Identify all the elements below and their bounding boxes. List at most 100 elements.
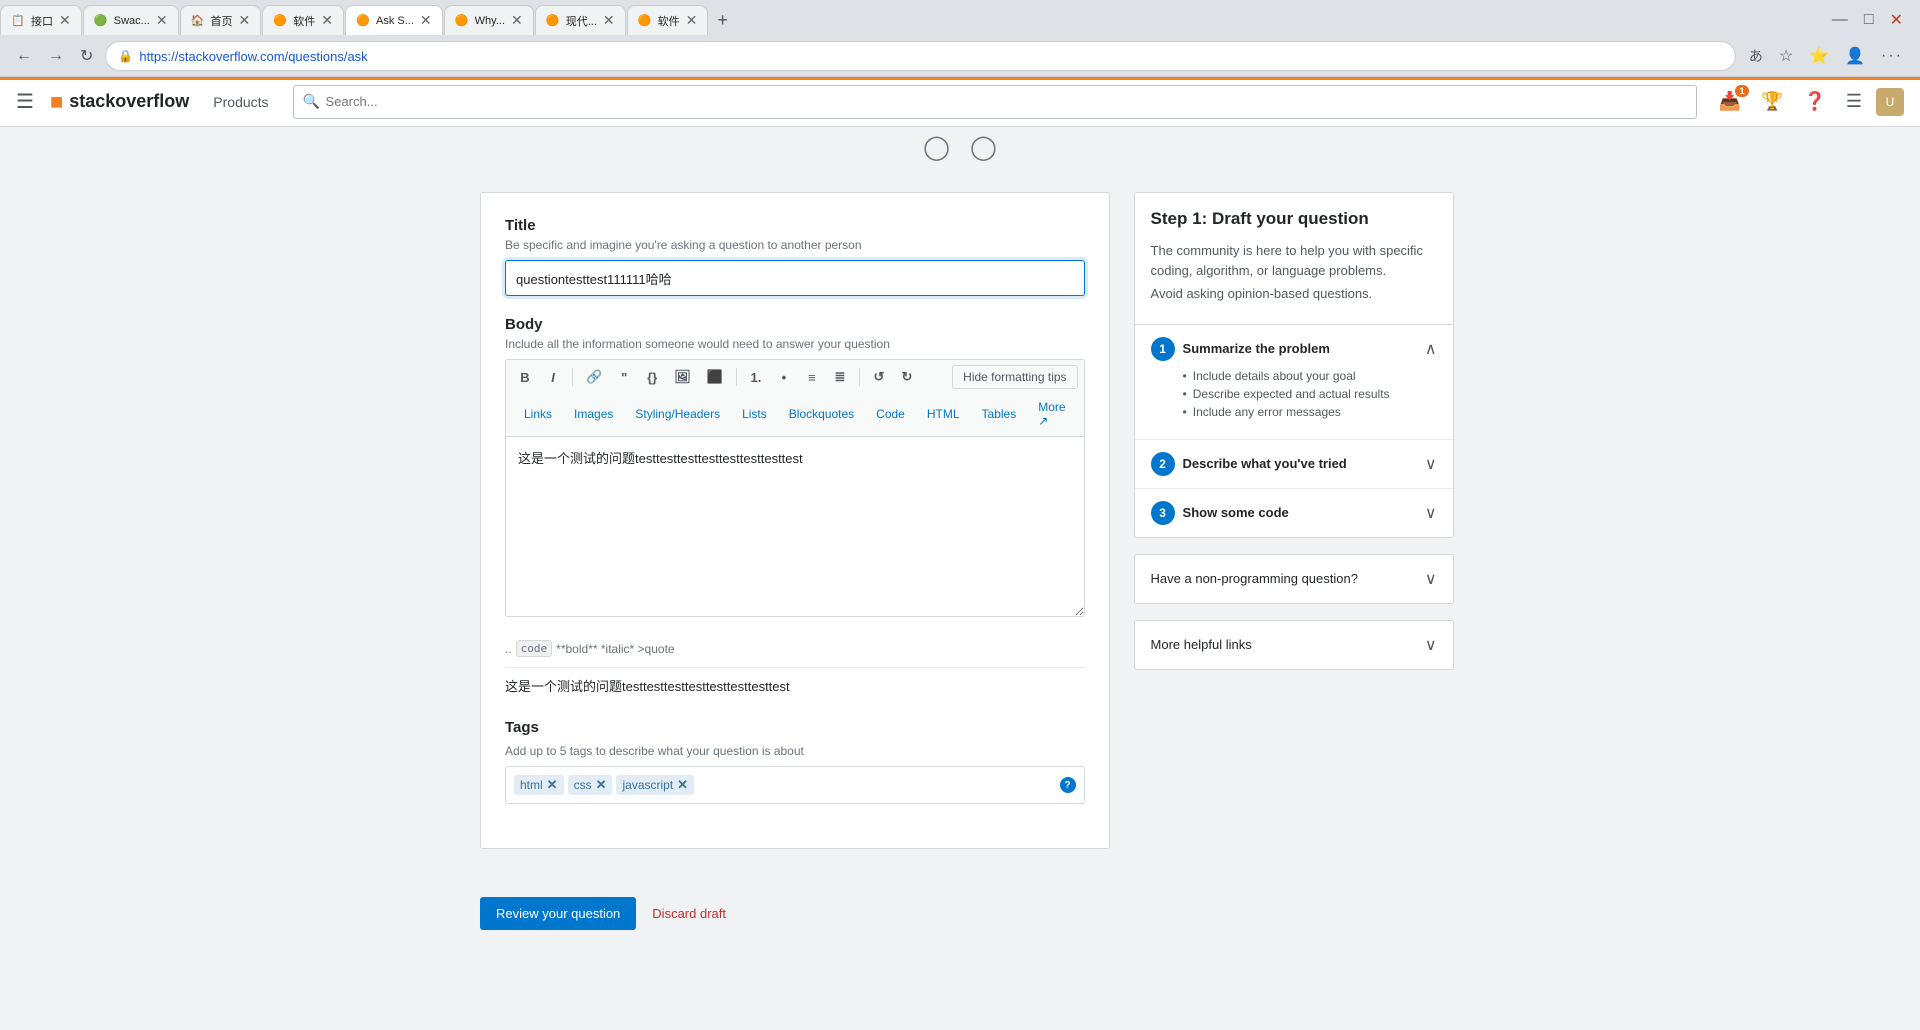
step-2-item: 2 Describe what you've tried ∨ [1135,440,1453,489]
step-header: Step 1: Draft your question The communit… [1135,193,1453,325]
help-icon: ❓ [1803,91,1825,111]
forward-button[interactable]: → [44,43,68,69]
tab-software[interactable]: 🟠 软件 ✕ [262,5,344,35]
reload-button[interactable]: ↻ [76,42,97,70]
quote-button[interactable]: " [611,365,637,390]
favorites-icon[interactable]: ⭐ [1804,43,1834,69]
link-button[interactable]: 🔗 [579,364,609,390]
discard-draft-button[interactable]: Discard draft [648,897,730,930]
tab-favicon: 📋 [11,14,25,28]
goal-icon-left: ◯ [923,133,950,162]
step-1-header[interactable]: 1 Summarize the problem ∧ [1151,337,1437,361]
tab-close-icon[interactable]: ✕ [239,12,251,29]
browser-profile-icon[interactable]: 👤 [1840,43,1870,69]
undo-button[interactable]: ↺ [866,364,892,390]
tab-close-icon[interactable]: ✕ [321,12,333,29]
tab-close-icon[interactable]: ✕ [686,12,698,29]
title-input[interactable] [505,260,1085,296]
tags-help-icon[interactable]: ? [1060,777,1076,793]
redo-button[interactable]: ↻ [894,364,920,390]
search-wrap: 🔍 [293,85,1697,119]
tab-ask-active[interactable]: 🟠 Ask S... ✕ [345,5,443,35]
step-3-header[interactable]: 3 Show some code ∨ [1151,501,1437,525]
tags-input-container[interactable]: html ✕ css ✕ javascript ✕ ? [505,766,1085,804]
so-logo[interactable]: ■ stackoverflow [50,89,189,115]
review-question-button[interactable]: Review your question [480,897,636,930]
avatar[interactable]: U [1876,88,1904,116]
so-logo-icon: ■ [50,89,63,115]
tab-favicon: 🟢 [94,14,108,28]
toolbar-right: Hide formatting tips [952,365,1077,389]
tab-more[interactable]: More ↗ [1028,394,1075,436]
tab-software2[interactable]: 🟠 软件 ✕ [627,5,709,35]
achievements-button[interactable]: 🏆 [1755,87,1789,116]
maximize-button[interactable]: □ [1859,8,1879,32]
close-button[interactable]: ✕ [1885,7,1908,33]
tag-html-remove[interactable]: ✕ [547,777,558,793]
tab-close-icon[interactable]: ✕ [156,12,168,29]
tab-home[interactable]: 🏠 首页 ✕ [180,5,262,35]
tab-close-icon[interactable]: ✕ [603,12,615,29]
step-3-num: 3 [1151,501,1175,525]
reading-list-icon[interactable]: ☆ [1774,43,1798,69]
tags-desc: Add up to 5 tags to describe what your q… [505,744,1085,758]
tab-html[interactable]: HTML [917,401,970,429]
search-input[interactable] [293,85,1697,119]
tab-blockquotes[interactable]: Blockquotes [779,401,864,429]
step-3-chevron-icon: ∨ [1425,503,1437,523]
tab-close-icon[interactable]: ✕ [511,12,523,29]
inbox-button[interactable]: 📥 1 [1713,87,1747,116]
helpful-links-label: More helpful links [1151,637,1252,652]
italic-button[interactable]: I [540,365,566,390]
help-button[interactable]: ❓ [1797,87,1831,116]
step-1-label: Summarize the problem [1183,341,1425,356]
non-programming-header[interactable]: Have a non-programming question? ∨ [1151,569,1437,589]
outdent-button[interactable]: ≣ [827,364,853,390]
body-textarea[interactable]: 这是一个测试的问题testtesttesttesttesttesttesttes… [505,437,1085,617]
sidebar: Step 1: Draft your question The communit… [1134,192,1454,686]
code-inline-button[interactable]: {} [639,365,665,390]
hamburger-button[interactable]: ☰ [16,89,34,114]
toolbar-separator-2 [736,368,737,386]
step-1-bullet-1: Include details about your goal [1183,369,1437,383]
image-button[interactable]: 🖼 [667,364,698,390]
new-tab-button[interactable]: + [709,6,736,35]
hide-tips-button[interactable]: Hide formatting tips [952,365,1077,389]
step-2-header[interactable]: 2 Describe what you've tried ∨ [1151,452,1437,476]
tab-why[interactable]: 🟠 Why... ✕ [444,5,534,35]
tab-links[interactable]: Links [514,401,562,429]
tab-接口[interactable]: 📋 接口 ✕ [0,5,82,35]
helpful-links-chevron-icon: ∨ [1425,635,1437,655]
step-3-label: Show some code [1183,505,1425,520]
code-block-button[interactable]: ⬛ [700,364,730,390]
minimize-button[interactable]: — [1827,8,1853,32]
url-bar[interactable]: 🔒 https://stackoverflow.com/questions/as… [105,41,1735,71]
tab-close-icon[interactable]: ✕ [59,12,71,29]
step-1-bullet-3: Include any error messages [1183,405,1437,419]
tab-images[interactable]: Images [564,401,623,429]
back-button[interactable]: ← [12,43,36,69]
tab-code[interactable]: Code [866,401,915,429]
tab-modern[interactable]: 🟠 现代... ✕ [535,5,626,35]
title-field-group: Title Be specific and imagine you're ask… [505,217,1085,296]
more-options-icon[interactable]: ··· [1876,44,1908,68]
goal-icon-right: ◯ [970,133,997,162]
step-1-content: Include details about your goal Describe… [1151,361,1437,427]
tag-css-remove[interactable]: ✕ [596,777,607,793]
indent-button[interactable]: ≡ [799,365,825,390]
unordered-list-button[interactable]: • [771,365,797,390]
products-button[interactable]: Products [205,90,276,114]
tab-tables[interactable]: Tables [972,401,1027,429]
tag-javascript-remove[interactable]: ✕ [677,777,688,793]
tab-styling[interactable]: Styling/Headers [625,401,730,429]
helpful-links-header[interactable]: More helpful links ∨ [1151,635,1437,655]
tab-lists[interactable]: Lists [732,401,777,429]
menu-button[interactable]: ☰ [1840,87,1868,116]
ordered-list-button[interactable]: 1. [743,365,769,390]
step-1-bullet-2: Describe expected and actual results [1183,387,1437,401]
non-programming-card: Have a non-programming question? ∨ [1134,554,1454,604]
bold-button[interactable]: B [512,365,538,390]
translate-icon[interactable]: あ [1744,43,1768,69]
tab-swac[interactable]: 🟢 Swac... ✕ [83,5,179,35]
tab-close-icon[interactable]: ✕ [420,12,432,29]
